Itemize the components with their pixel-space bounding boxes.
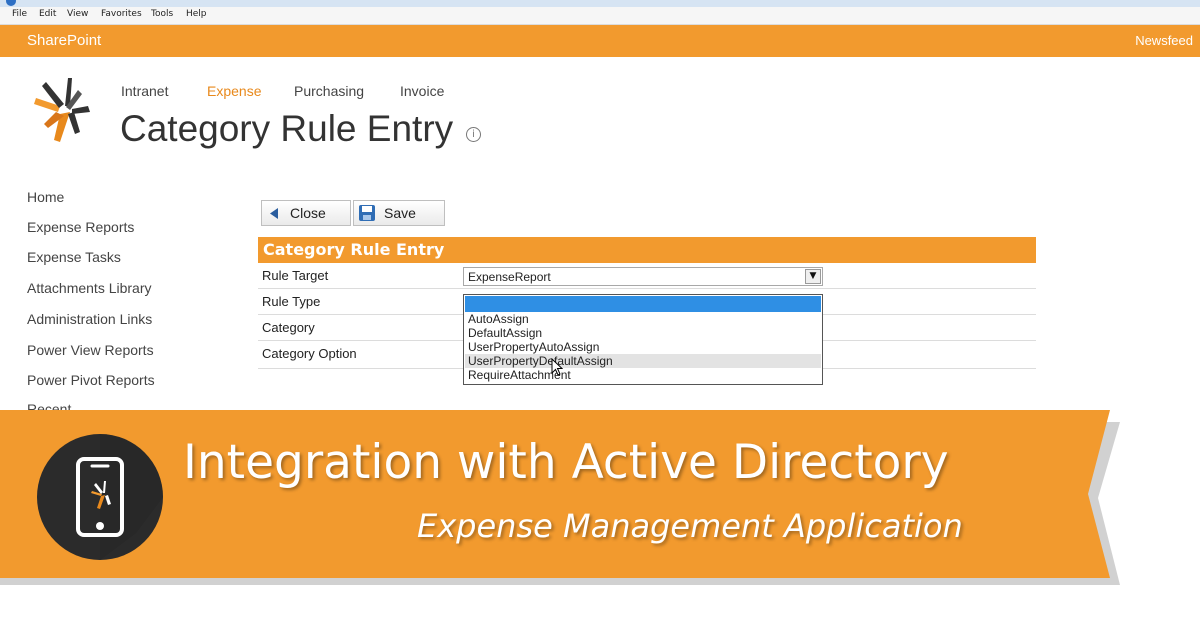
save-button[interactable]: Save	[353, 200, 445, 226]
leftnav-expense-tasks[interactable]: Expense Tasks	[27, 249, 121, 265]
mobile-phone-icon	[37, 434, 163, 560]
newsfeed-link[interactable]: Newsfeed	[1135, 33, 1193, 48]
floppy-disk-icon	[359, 205, 375, 221]
browser-icon	[6, 0, 16, 6]
page-title: Category Rule Entry	[120, 108, 454, 149]
menu-tools[interactable]: Tools	[151, 9, 173, 19]
leftnav-power-pivot-reports[interactable]: Power Pivot Reports	[27, 372, 155, 388]
leftnav-attachments-library[interactable]: Attachments Library	[27, 280, 152, 296]
label-category: Category	[262, 320, 315, 335]
leftnav-power-view-reports[interactable]: Power View Reports	[27, 342, 154, 358]
rule-type-option[interactable]: AutoAssign	[465, 312, 821, 326]
menu-help[interactable]: Help	[186, 9, 207, 19]
rule-type-option-highlighted[interactable]: UserPropertyDefaultAssign	[465, 354, 821, 368]
menu-view[interactable]: View	[67, 9, 88, 19]
topnav-invoice[interactable]: Invoice	[400, 83, 444, 99]
mouse-cursor-icon	[551, 358, 563, 376]
company-logo[interactable]	[30, 76, 96, 148]
rule-type-option-blank[interactable]	[465, 296, 821, 312]
suite-bar: SharePoint Newsfeed	[0, 25, 1200, 57]
browser-menubar: File Edit View Favorites Tools Help	[0, 7, 1200, 25]
back-arrow-icon	[270, 208, 278, 219]
banner-subtitle: Expense Management Application	[417, 507, 963, 545]
save-button-label: Save	[384, 205, 416, 221]
leftnav-administration-links[interactable]: Administration Links	[27, 311, 152, 327]
label-rule-target: Rule Target	[262, 268, 329, 283]
info-icon[interactable]: i	[466, 127, 481, 142]
topnav-intranet[interactable]: Intranet	[121, 83, 168, 99]
chevron-down-icon[interactable]: ▼	[805, 269, 821, 284]
menu-file[interactable]: File	[12, 9, 27, 19]
form-header: Category Rule Entry	[258, 237, 1036, 263]
close-button[interactable]: Close	[261, 200, 351, 226]
topnav-expense[interactable]: Expense	[207, 83, 261, 99]
leftnav-expense-reports[interactable]: Expense Reports	[27, 219, 134, 235]
rule-type-dropdown[interactable]: AutoAssign DefaultAssign UserPropertyAut…	[463, 294, 823, 385]
menu-edit[interactable]: Edit	[39, 9, 56, 19]
leftnav-home[interactable]: Home	[27, 189, 64, 205]
browser-title-strip	[0, 0, 1200, 7]
rule-target-select[interactable]: ExpenseReport ▼	[463, 267, 823, 286]
banner-title: Integration with Active Directory	[183, 435, 949, 490]
rule-type-option[interactable]: UserPropertyAutoAssign	[465, 340, 821, 354]
close-button-label: Close	[290, 205, 326, 221]
menu-favorites[interactable]: Favorites	[101, 9, 142, 19]
label-rule-type: Rule Type	[262, 294, 321, 309]
sharepoint-brand[interactable]: SharePoint	[27, 32, 101, 49]
rule-type-option[interactable]: RequireAttachment	[465, 368, 821, 382]
rule-target-value: ExpenseReport	[468, 270, 551, 284]
label-category-option: Category Option	[262, 346, 357, 361]
form-header-title: Category Rule Entry	[263, 240, 445, 259]
topnav-purchasing[interactable]: Purchasing	[294, 83, 364, 99]
rule-type-option[interactable]: DefaultAssign	[465, 326, 821, 340]
